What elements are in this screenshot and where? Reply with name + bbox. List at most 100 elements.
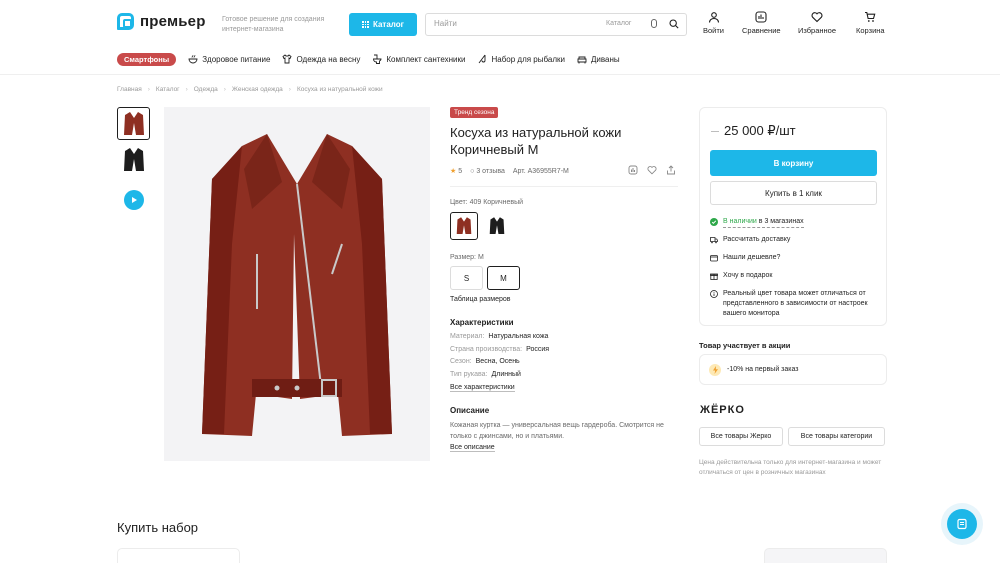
product-title: Косуха из натуральной кожи Коричневый M xyxy=(450,125,622,157)
char-value: Весна, Осень xyxy=(475,358,520,365)
all-description-link[interactable]: Все описание xyxy=(450,444,495,452)
product-actions xyxy=(628,165,676,175)
compare-icon[interactable] xyxy=(628,165,638,175)
truck-icon xyxy=(710,237,718,244)
jacket-black-thumb xyxy=(123,147,144,171)
thumbnail-black[interactable] xyxy=(117,143,150,176)
favorites-label: Избранное xyxy=(798,26,837,35)
microphone-icon[interactable] xyxy=(651,19,657,28)
breadcrumb: Главная › Каталог › Одежда › Женская одежда… xyxy=(117,86,383,93)
chat-button[interactable] xyxy=(941,503,983,545)
nav-item-plumbing-set[interactable]: Комплект сантехники xyxy=(372,54,465,64)
thumbnail-brown[interactable] xyxy=(117,107,150,140)
characteristic-row: Тип рукава: Длинный xyxy=(450,371,521,378)
delivery-row[interactable]: Рассчитать доставку xyxy=(710,235,878,245)
header-divider xyxy=(0,74,1000,75)
color-note-row: Реальный цвет товара может отличаться от… xyxy=(710,289,878,319)
price: 25 000 ₽/шт xyxy=(724,123,796,138)
nav-item-label: Комплект сантехники xyxy=(386,54,466,64)
category-nav: Смартфоны Здоровое питание Одежда на вес… xyxy=(117,52,620,66)
brand-logo[interactable]: ЖЁРКО xyxy=(700,404,745,416)
heart-icon[interactable] xyxy=(647,165,657,175)
search-input[interactable] xyxy=(434,19,594,28)
breadcrumb-women-clothes[interactable]: Женская одежда xyxy=(232,86,283,93)
user-icon xyxy=(708,12,719,23)
search-category-select[interactable]: Каталог xyxy=(606,20,631,27)
rating-value: 5 xyxy=(458,168,463,175)
breadcrumb-catalog[interactable]: Каталог xyxy=(156,86,180,93)
color-swatch-brown[interactable] xyxy=(450,212,478,240)
nav-item-spring-clothes[interactable]: Одежда на весну xyxy=(282,54,360,64)
chat-button-inner xyxy=(947,509,977,539)
nav-promo-smartphones[interactable]: Смартфоны xyxy=(117,52,177,66)
cart-button[interactable]: Корзина xyxy=(856,11,885,35)
char-key: Тип рукава: xyxy=(450,371,488,378)
add-to-cart-button[interactable]: В корзину xyxy=(710,150,877,176)
cart-icon xyxy=(865,11,876,22)
char-key: Страна производства: xyxy=(450,346,523,353)
size-label: Размер: M xyxy=(450,254,484,261)
nav-item-label: Набор для рыбалки xyxy=(491,54,565,64)
all-brand-products-button[interactable]: Все товары Жерко xyxy=(699,427,783,446)
header-actions: Войти Сравнение Избранное Корзина xyxy=(700,11,890,41)
price-card: 25 000 ₽/шт В корзину Купить в 1 клик В … xyxy=(699,107,887,326)
gift-icon xyxy=(710,273,718,280)
delivery-label: Рассчитать доставку xyxy=(723,236,791,243)
toilet-icon xyxy=(373,54,382,64)
jacket-brown-swatch xyxy=(456,217,472,234)
compare-icon xyxy=(755,11,767,23)
price-disclaimer: Цена действительна только для интернет-м… xyxy=(699,459,882,476)
cheaper-row[interactable]: Нашли дешевле? xyxy=(710,253,878,263)
buy-one-click-button[interactable]: Купить в 1 клик xyxy=(710,181,877,205)
grid-icon xyxy=(362,21,369,28)
video-play-button[interactable] xyxy=(124,190,144,210)
breadcrumb-current: Косуха из натуральной кожи xyxy=(296,86,383,93)
cheaper-label: Нашли дешевле? xyxy=(723,254,781,261)
compare-button[interactable]: Сравнение xyxy=(742,11,781,35)
promo-card[interactable]: -10% на первый заказ xyxy=(699,354,887,385)
price-line: 25 000 ₽/шт xyxy=(711,123,796,139)
nav-item-sofas[interactable]: Диваны xyxy=(577,54,620,64)
catalog-button[interactable]: Каталог xyxy=(349,13,417,36)
divider xyxy=(450,186,678,187)
availability-row[interactable]: В наличии в 3 магазинах xyxy=(710,217,878,228)
reviews-link[interactable]: ○ 3 отзыва xyxy=(470,168,505,175)
product-main-image[interactable] xyxy=(164,107,430,461)
favorites-button[interactable]: Избранное xyxy=(798,11,836,35)
food-icon xyxy=(188,55,198,64)
product-meta: ★ 5 ○ 3 отзыва Арт. A36955R7-M xyxy=(450,167,569,176)
all-category-products-button[interactable]: Все товары категории xyxy=(788,427,885,446)
jacket-black-swatch xyxy=(489,217,505,234)
size-m-button[interactable]: M xyxy=(487,266,520,290)
size-table-link[interactable]: Таблица размеров xyxy=(450,296,511,303)
nav-item-healthy-food[interactable]: Здоровое питание xyxy=(188,54,270,64)
color-swatch-black[interactable] xyxy=(483,212,511,240)
price-dash xyxy=(711,130,719,132)
share-icon[interactable] xyxy=(666,165,676,175)
gift-row[interactable]: Хочу в подарок xyxy=(710,271,878,281)
set-card-stub[interactable] xyxy=(764,548,887,563)
wallet-icon xyxy=(710,255,718,262)
breadcrumb-separator: › xyxy=(147,86,150,93)
characteristic-row: Материал: Натуральная кожа xyxy=(450,333,548,340)
rating[interactable]: ★ 5 xyxy=(450,167,462,175)
characteristic-row: Сезон: Весна, Осень xyxy=(450,358,520,365)
char-value: Длинный xyxy=(491,371,521,378)
description-title: Описание xyxy=(450,406,490,415)
char-key: Материал: xyxy=(450,333,485,340)
search-icon[interactable] xyxy=(669,19,679,29)
nav-item-fishing-set[interactable]: Набор для рыбалки xyxy=(477,54,565,64)
play-icon xyxy=(132,197,137,203)
set-card-stub[interactable] xyxy=(117,548,240,563)
jacket-brown-thumb xyxy=(123,111,144,135)
breadcrumb-home[interactable]: Главная xyxy=(117,86,142,93)
all-characteristics-link[interactable]: Все характеристики xyxy=(450,384,515,392)
logo[interactable]: премьер xyxy=(117,13,206,30)
description-text: Кожаная куртка — универсальная вещь гард… xyxy=(450,422,664,440)
gift-label: Хочу в подарок xyxy=(723,272,773,279)
login-button[interactable]: Войти xyxy=(703,11,724,35)
size-s-button[interactable]: S xyxy=(450,266,483,290)
char-value: Натуральная кожа xyxy=(488,333,549,340)
cart-label: Корзина xyxy=(856,26,885,35)
breadcrumb-clothes[interactable]: Одежда xyxy=(194,86,218,93)
